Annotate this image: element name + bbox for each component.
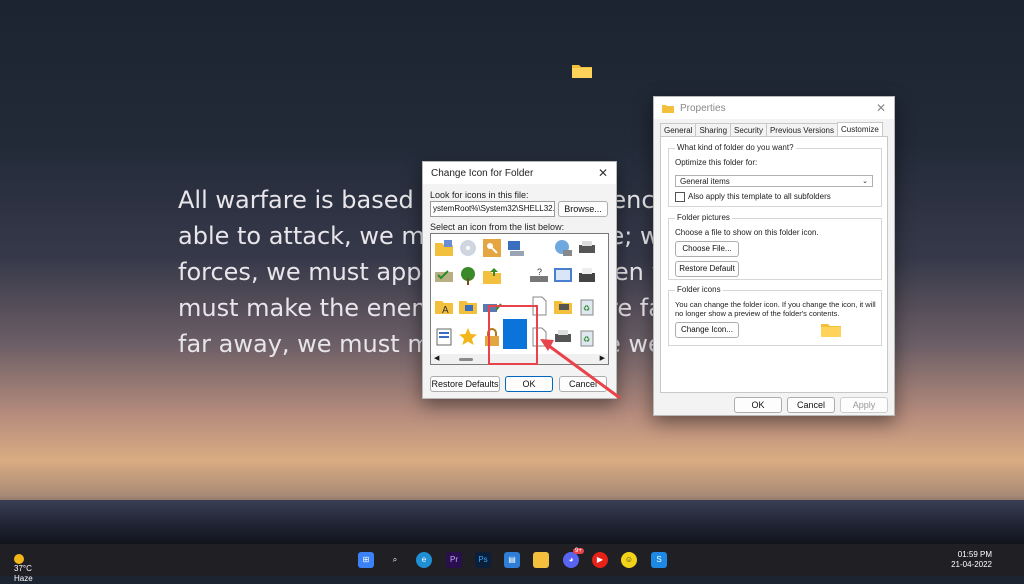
sun-icon (14, 554, 24, 564)
choose-file-button[interactable]: Choose File... (675, 241, 739, 257)
icons-description-1: You can change the folder icon. If you c… (675, 300, 876, 309)
group-title: Folder icons (675, 285, 723, 294)
cancel-button[interactable]: Cancel (559, 376, 607, 392)
change-icon-button[interactable]: Change Icon... (675, 322, 739, 338)
premiere-icon[interactable]: Pr (446, 552, 462, 568)
optimize-select[interactable]: General items ⌄ (675, 175, 873, 187)
folder-apps-icon[interactable] (434, 238, 454, 258)
apply-subfolders-row[interactable]: Also apply this template to all subfolde… (675, 192, 831, 202)
printer-icon[interactable] (553, 327, 573, 347)
apply-subfolders-checkbox[interactable] (675, 192, 685, 202)
chevron-down-icon: ⌄ (862, 178, 868, 185)
sea-horizon (0, 500, 1024, 544)
emoji-app-icon[interactable]: ☺ (621, 552, 637, 568)
svg-text:?: ? (537, 267, 542, 277)
weather-widget[interactable]: 37°C Haze (14, 550, 33, 584)
folder-up-icon[interactable] (482, 266, 502, 286)
change-icon-titlebar[interactable]: Change Icon for Folder ✕ (423, 162, 616, 184)
recycle-bin-full-icon[interactable]: ♻ (577, 327, 597, 347)
customize-pane: What kind of folder do you want? Optimiz… (660, 136, 888, 393)
clock-time: 01:59 PM (957, 550, 992, 559)
ok-button[interactable]: OK (505, 376, 553, 392)
control-panel-icon[interactable] (553, 266, 573, 286)
select-icon-label: Select an icon from the list below: (430, 222, 565, 232)
printer-folder-icon[interactable] (553, 296, 573, 316)
close-icon[interactable]: ✕ (598, 166, 608, 180)
key-icon[interactable] (482, 238, 502, 258)
browse-button[interactable]: Browse... (558, 201, 608, 217)
folder-icons-group: Folder icons You can change the folder i… (668, 285, 882, 346)
apply-button[interactable]: Apply (840, 397, 888, 413)
search-icon[interactable]: ⌕ (387, 552, 403, 568)
discord-icon[interactable]: ◕ (563, 552, 579, 568)
clock-date: 21-04-2022 (951, 560, 992, 569)
look-for-label: Look for icons in this file: (430, 190, 529, 200)
youtube-music-icon[interactable]: ▶ (592, 552, 608, 568)
group-title: What kind of folder do you want? (675, 143, 796, 152)
restore-defaults-button[interactable]: Restore Defaults (430, 376, 500, 392)
scroll-left-icon[interactable]: ◀ (434, 354, 439, 362)
taskbar: 37°C Haze ⊞ ⌕ e Pr Ps ▤ ◕ 9+ ▶ ☺ S 01:59… (0, 544, 1024, 583)
help-drive-icon[interactable]: ? (529, 266, 549, 286)
tab-customize[interactable]: Customize (836, 122, 883, 136)
folder-icon (662, 104, 674, 113)
folder-kind-group: What kind of folder do you want? Optimiz… (668, 143, 882, 207)
star-icon[interactable] (458, 327, 478, 347)
selection-highlight (488, 305, 538, 365)
font-folder-icon[interactable]: A (434, 296, 454, 316)
network-globe-icon[interactable] (553, 238, 573, 258)
system-clock[interactable]: 01:59 PM 21-04-2022 (951, 550, 992, 570)
desktop-folder-icon[interactable] (572, 63, 592, 78)
ok-button[interactable]: OK (734, 397, 782, 413)
dialog-title: Change Icon for Folder (431, 167, 534, 179)
tab-sharing[interactable]: Sharing (695, 123, 732, 137)
photoshop-icon[interactable]: Ps (475, 552, 491, 568)
pictures-description: Choose a file to show on this folder ico… (675, 228, 819, 237)
group-title: Folder pictures (675, 213, 732, 222)
properties-dialog: Properties ✕ General Sharing Security Pr… (653, 96, 895, 416)
printer-icon[interactable] (577, 238, 597, 258)
start-icon[interactable]: ⊞ (358, 552, 374, 568)
cancel-button[interactable]: Cancel (787, 397, 835, 413)
icons-description-2: no longer show a preview of the folder's… (675, 309, 840, 318)
properties-titlebar[interactable]: Properties ✕ (654, 97, 894, 119)
snagit-icon[interactable]: S (651, 552, 667, 568)
properties-tabs: General Sharing Security Previous Versio… (660, 122, 883, 137)
icon-file-path-input[interactable]: ystemRoot%\System32\SHELL32.dll (430, 201, 555, 217)
file-explorer-icon[interactable] (533, 552, 549, 568)
folder-preview-icon (821, 324, 841, 337)
svg-text:♻: ♻ (583, 335, 590, 344)
tab-security[interactable]: Security (730, 123, 767, 137)
svg-text:A: A (442, 305, 449, 316)
close-icon[interactable]: ✕ (876, 101, 886, 115)
scroll-thumb[interactable] (459, 358, 473, 361)
notification-badge: 9+ (573, 548, 584, 554)
folder-computer-icon[interactable] (458, 296, 478, 316)
tree-icon[interactable] (458, 266, 478, 286)
tab-general[interactable]: General (660, 123, 697, 137)
cd-drive-icon[interactable] (458, 238, 478, 258)
recycle-bin-icon[interactable]: ♻ (577, 296, 597, 316)
drive-check-icon[interactable] (434, 266, 454, 286)
svg-text:♻: ♻ (583, 304, 590, 313)
list-window-icon[interactable] (434, 327, 454, 347)
optimize-label: Optimize this folder for: (675, 158, 758, 167)
store-icon[interactable]: ▤ (504, 552, 520, 568)
folder-pictures-group: Folder pictures Choose a file to show on… (668, 213, 882, 280)
tab-previous-versions[interactable]: Previous Versions (765, 123, 838, 137)
dialog-title: Properties (680, 102, 726, 114)
network-computer-icon[interactable] (506, 238, 526, 258)
scroll-right-icon[interactable]: ▶ (600, 354, 605, 362)
edge-icon[interactable]: e (416, 552, 432, 568)
optimize-value: General items (680, 177, 730, 186)
fax-printer-icon[interactable] (577, 266, 597, 286)
apply-subfolders-label: Also apply this template to all subfolde… (688, 192, 831, 202)
restore-default-button[interactable]: Restore Default (675, 261, 739, 277)
